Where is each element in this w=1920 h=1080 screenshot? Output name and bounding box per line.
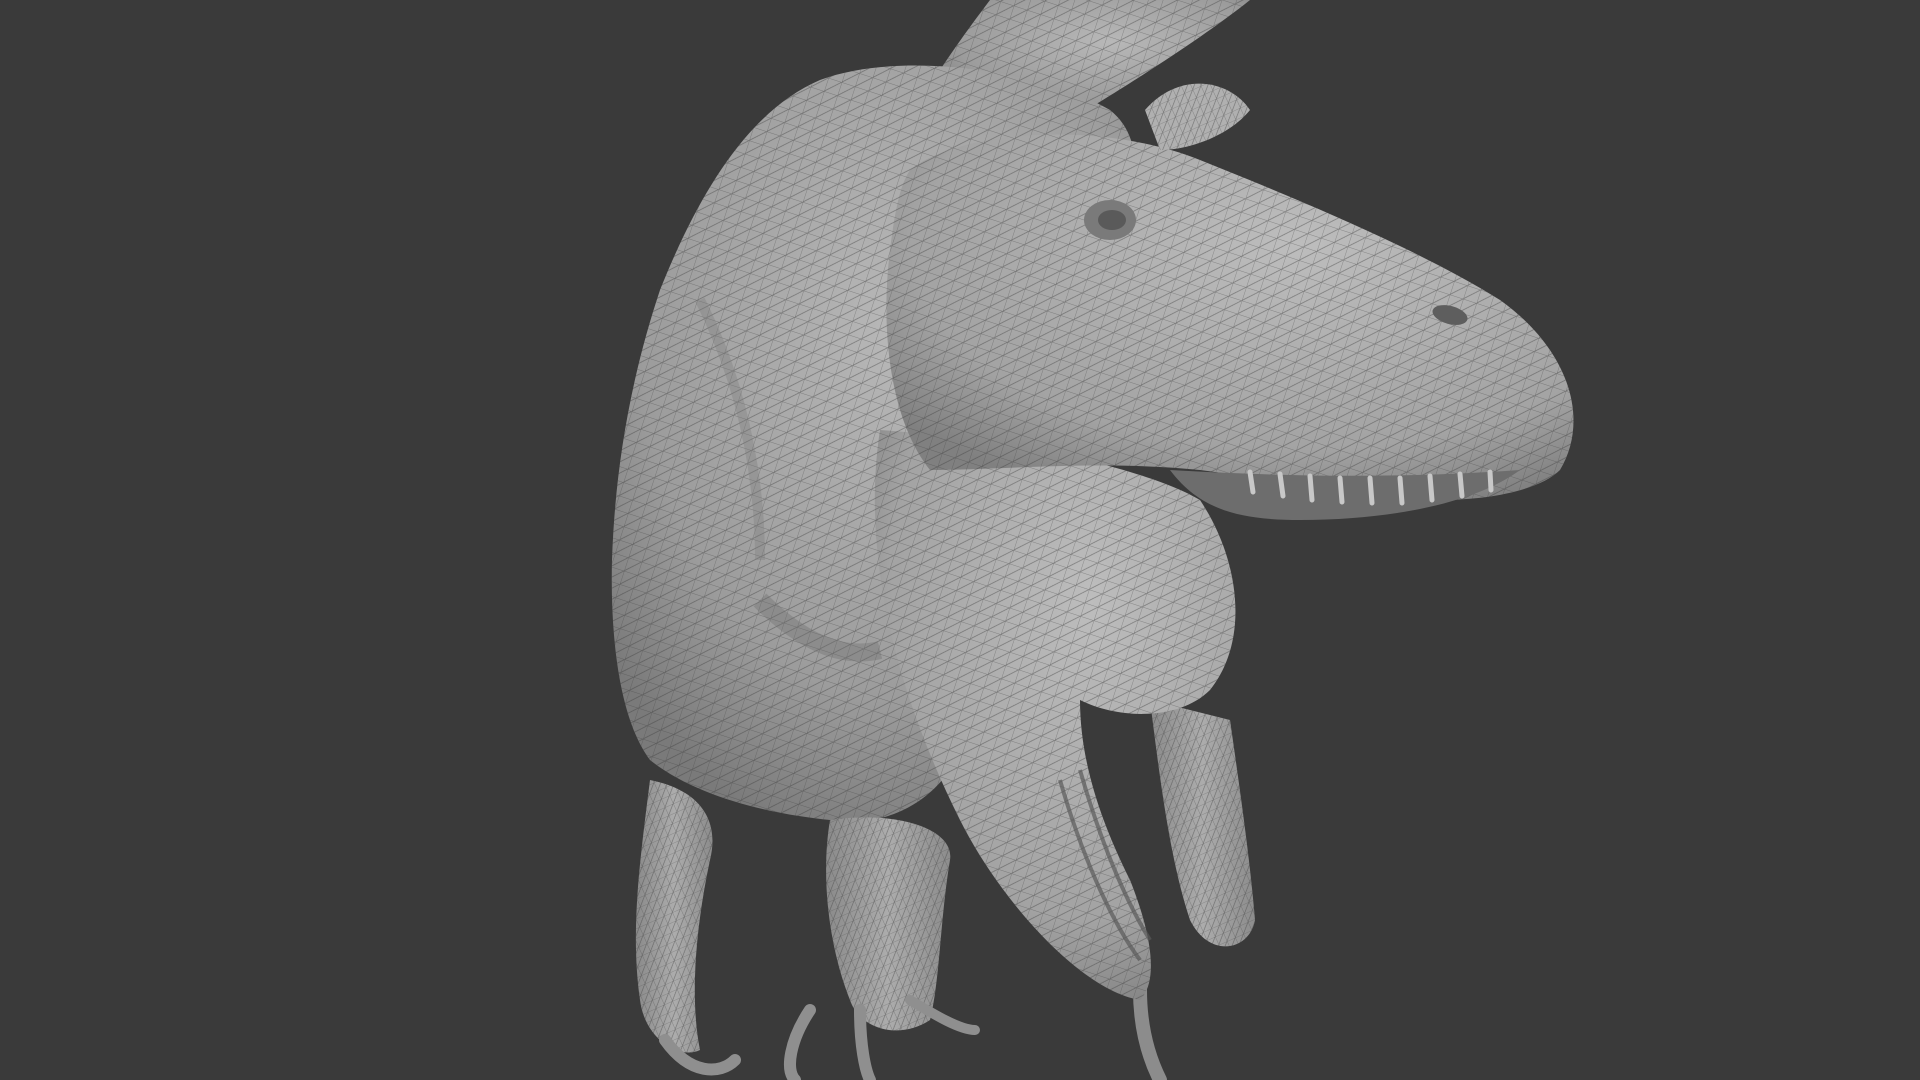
eye	[1098, 210, 1126, 230]
dinosaur-wireframe-model	[611, 0, 1574, 1080]
right-hind-leg	[784, 817, 980, 1080]
3d-viewport[interactable]	[0, 0, 1920, 1080]
dinosaur-arms	[1133, 700, 1255, 1080]
left-hind-leg	[635, 780, 741, 1076]
